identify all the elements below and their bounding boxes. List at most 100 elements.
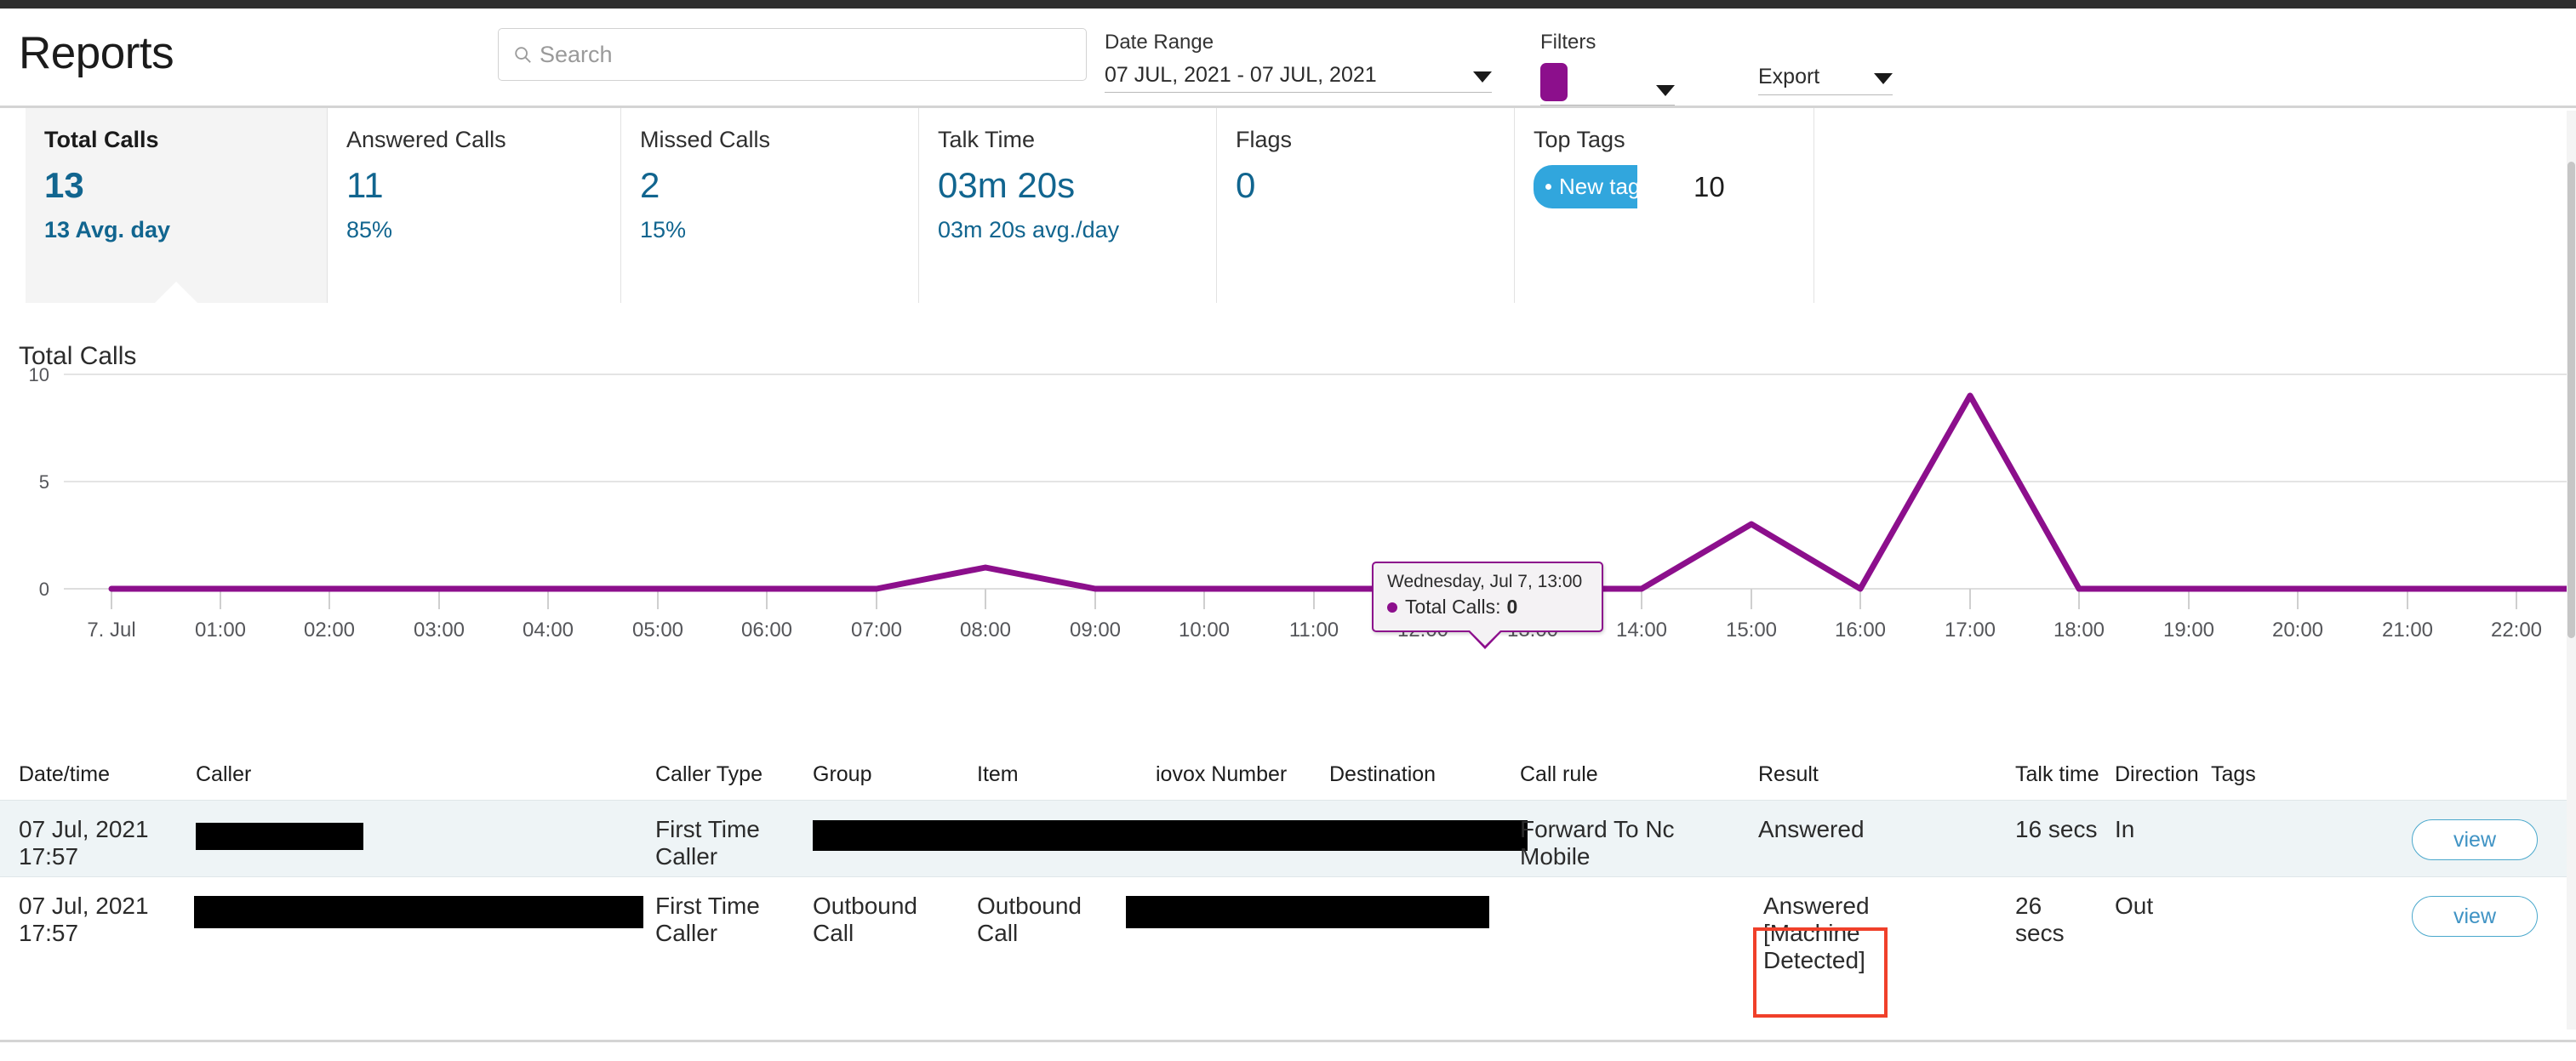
date-range-value: 07 JUL, 2021 - 07 JUL, 2021 xyxy=(1105,63,1377,88)
svg-text:22:00: 22:00 xyxy=(2491,619,2542,642)
tag-dot-icon xyxy=(1545,184,1551,190)
tag-chip-label: New tag xyxy=(1559,174,1640,200)
svg-text:03:00: 03:00 xyxy=(414,619,465,642)
svg-text:0: 0 xyxy=(39,579,49,600)
cell-group: Outbound Call xyxy=(813,893,966,947)
kpi-card-missed-calls[interactable]: Missed Calls 2 15% xyxy=(621,108,919,303)
bottom-divider xyxy=(0,1040,2576,1042)
date-range-control[interactable]: 07 JUL, 2021 - 07 JUL, 2021 xyxy=(1105,63,1492,93)
kpi-value: 11 xyxy=(346,165,620,206)
column-header-tags[interactable]: Tags xyxy=(2211,762,2256,787)
tooltip-series: Total Calls: 0 xyxy=(1387,596,1602,619)
column-header-talk-time[interactable]: Talk time xyxy=(2015,762,2099,787)
svg-text:5: 5 xyxy=(39,471,49,493)
talk-time-line2: secs xyxy=(2015,920,2092,947)
datetime-time: 17:57 xyxy=(19,843,180,870)
svg-text:7. Jul: 7. Jul xyxy=(87,619,135,642)
caller-type-line2: Caller xyxy=(655,843,800,870)
column-header-iovox-number[interactable]: iovox Number xyxy=(1156,762,1287,787)
tooltip-series-label: Total Calls xyxy=(1405,596,1495,619)
svg-text:01:00: 01:00 xyxy=(195,619,246,642)
kpi-value: 2 xyxy=(640,165,918,206)
svg-text:05:00: 05:00 xyxy=(632,619,683,642)
kpi-label: Flags xyxy=(1236,127,1514,153)
column-header-caller[interactable]: Caller xyxy=(196,762,251,787)
tooltip-series-dot-icon xyxy=(1387,602,1397,613)
caller-type-line1: First Time xyxy=(655,816,800,843)
tag-chip[interactable]: New tag xyxy=(1534,165,1637,208)
export-field[interactable]: Export xyxy=(1758,65,1894,95)
search-input[interactable] xyxy=(540,42,1033,68)
chevron-down-icon[interactable] xyxy=(1874,73,1893,84)
item-line2: Call xyxy=(977,920,1130,947)
page-header: Reports Date Range 07 JUL, 2021 - 07 JUL… xyxy=(0,9,2576,106)
chevron-down-icon[interactable] xyxy=(1473,71,1492,83)
cell-result: Answered [Machine Detected] xyxy=(1763,893,1899,975)
kpi-subtext: 13 Avg. day xyxy=(44,217,327,243)
datetime-date: 07 Jul, 2021 xyxy=(19,816,180,843)
cell-caller-type: First Time Caller xyxy=(655,816,800,870)
scrollbar-thumb[interactable] xyxy=(2567,162,2575,638)
kpi-card-talk-time[interactable]: Talk Time 03m 20s 03m 20s avg./day xyxy=(919,108,1217,303)
column-header-item[interactable]: Item xyxy=(977,762,1019,787)
tooltip-date: Wednesday, Jul 7, 13:00 xyxy=(1387,572,1602,592)
cell-result: Answered xyxy=(1758,816,1865,843)
kpi-label: Top Tags xyxy=(1534,127,1813,153)
page-title: Reports xyxy=(19,27,174,79)
kpi-card-flags[interactable]: Flags 0 xyxy=(1217,108,1515,303)
svg-text:10:00: 10:00 xyxy=(1179,619,1230,642)
svg-text:20:00: 20:00 xyxy=(2272,619,2323,642)
table-row[interactable]: 07 Jul, 2021 17:57 First Time Caller Out… xyxy=(0,876,2576,953)
item-line1: Outbound xyxy=(977,893,1130,920)
kpi-value: 13 xyxy=(44,165,327,206)
cell-caller-redacted xyxy=(194,896,643,928)
search-box[interactable] xyxy=(498,28,1087,81)
calls-table: Date/time Caller Caller Type Group Item … xyxy=(0,745,2576,1037)
view-button[interactable]: view xyxy=(2412,896,2538,937)
datetime-date: 07 Jul, 2021 xyxy=(19,893,180,920)
group-line2: Call xyxy=(813,920,966,947)
svg-text:14:00: 14:00 xyxy=(1616,619,1667,642)
svg-text:09:00: 09:00 xyxy=(1070,619,1121,642)
kpi-label: Answered Calls xyxy=(346,127,620,153)
top-bar xyxy=(0,0,2576,9)
kpi-card-top-tags[interactable]: Top Tags New tag 10 xyxy=(1515,108,1814,303)
caller-type-line1: First Time xyxy=(655,893,800,920)
chevron-down-icon[interactable] xyxy=(1656,85,1675,96)
svg-text:15:00: 15:00 xyxy=(1726,619,1777,642)
svg-text:19:00: 19:00 xyxy=(2163,619,2214,642)
view-button[interactable]: view xyxy=(2412,819,2538,860)
column-header-caller-type[interactable]: Caller Type xyxy=(655,762,763,787)
kpi-strip: Total Calls 13 13 Avg. day Answered Call… xyxy=(0,106,2576,303)
export-control[interactable]: Export xyxy=(1758,65,1893,95)
kpi-card-answered-calls[interactable]: Answered Calls 11 85% xyxy=(328,108,621,303)
column-header-result[interactable]: Result xyxy=(1758,762,1819,787)
caller-type-line2: Caller xyxy=(655,920,800,947)
svg-text:16:00: 16:00 xyxy=(1835,619,1886,642)
page-scrollbar[interactable] xyxy=(2567,111,2576,1030)
column-header-group[interactable]: Group xyxy=(813,762,871,787)
column-header-call-rule[interactable]: Call rule xyxy=(1520,762,1598,787)
svg-text:08:00: 08:00 xyxy=(960,619,1011,642)
kpi-subtext: 85% xyxy=(346,217,620,243)
filter-color-swatch[interactable] xyxy=(1540,63,1568,101)
kpi-card-total-calls[interactable]: Total Calls 13 13 Avg. day xyxy=(26,108,328,303)
table-row[interactable]: 07 Jul, 2021 17:57 First Time Caller For… xyxy=(0,800,2576,876)
svg-text:11:00: 11:00 xyxy=(1289,619,1339,642)
column-header-datetime[interactable]: Date/time xyxy=(19,762,110,787)
cell-call-rule: Forward To Nc Mobile xyxy=(1520,816,1716,870)
kpi-label: Total Calls xyxy=(44,127,327,153)
group-line1: Outbound xyxy=(813,893,966,920)
filters-control[interactable] xyxy=(1540,63,1675,106)
chart-series-total-calls xyxy=(111,396,2576,589)
column-header-direction[interactable]: Direction xyxy=(2115,762,2199,787)
kpi-label: Talk Time xyxy=(938,127,1216,153)
date-range-field[interactable]: Date Range 07 JUL, 2021 - 07 JUL, 2021 xyxy=(1105,31,1498,93)
column-header-destination[interactable]: Destination xyxy=(1329,762,1436,787)
kpi-value: 0 xyxy=(1236,165,1514,206)
filters-field[interactable]: Filters xyxy=(1540,31,1678,106)
total-calls-line-chart[interactable]: 10 5 0 xyxy=(0,303,2576,745)
svg-text:10: 10 xyxy=(29,364,49,385)
svg-text:02:00: 02:00 xyxy=(304,619,355,642)
result-line2: Detected] xyxy=(1763,947,1899,974)
